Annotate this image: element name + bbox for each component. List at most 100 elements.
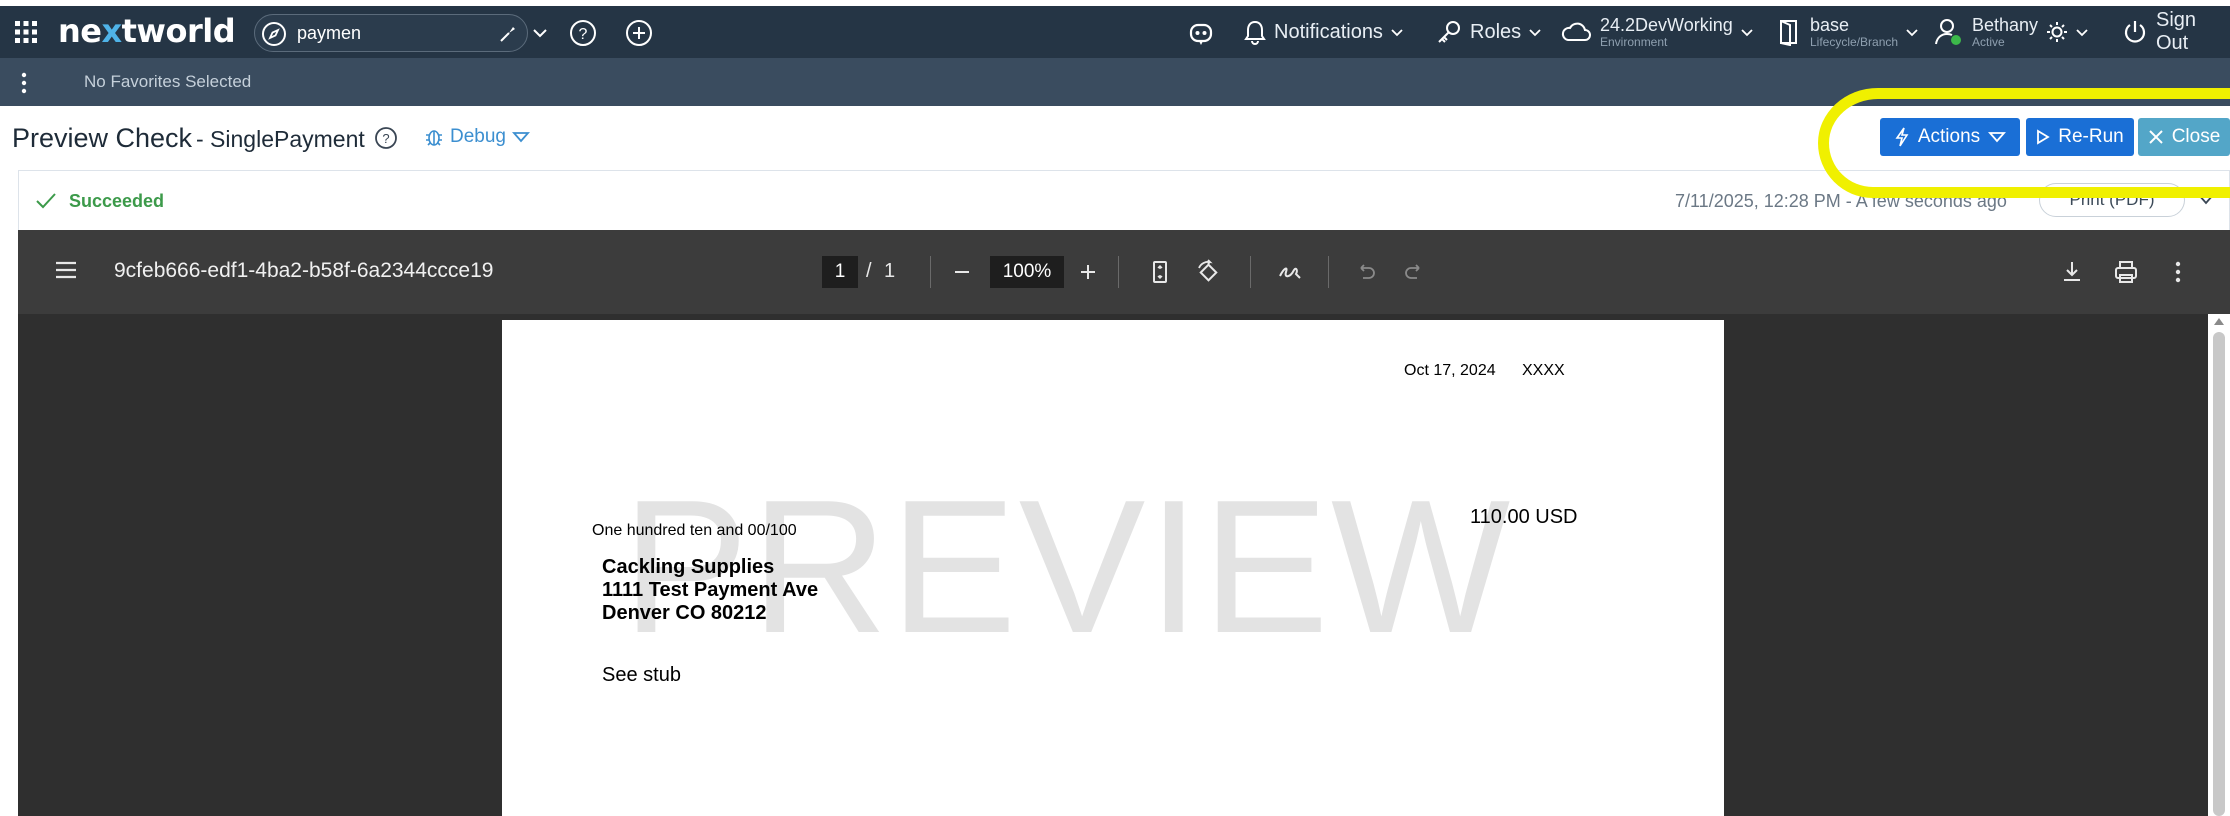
chevron-down-icon[interactable] <box>532 26 548 40</box>
rerun-button[interactable]: Re-Run <box>2026 118 2134 156</box>
environment-menu[interactable]: 24.2DevWorking Environment <box>1560 6 1753 58</box>
chevron-down-icon <box>2076 29 2088 37</box>
print-icon[interactable] <box>2112 258 2140 286</box>
actions-label: Actions <box>1917 126 1981 147</box>
user-avatar-icon <box>1935 19 1961 45</box>
download-icon[interactable] <box>2058 258 2086 286</box>
actions-button[interactable]: Actions <box>1880 118 2020 156</box>
sun-theme-icon <box>2047 22 2068 42</box>
nextworld-logo[interactable]: nextworld <box>58 12 236 50</box>
key-icon <box>1438 21 1460 43</box>
triangle-down-icon <box>1988 132 2007 143</box>
lifecycle-name: base <box>1810 15 1850 35</box>
more-vertical-icon[interactable] <box>2164 258 2192 286</box>
scrollbar-thumb[interactable] <box>2213 332 2225 816</box>
redo-icon[interactable] <box>1400 258 1428 286</box>
payee-address: Cackling Supplies 1111 Test Payment Ave … <box>602 556 818 625</box>
check-date: Oct 17, 2024 <box>1404 362 1496 379</box>
fit-page-icon[interactable] <box>1146 258 1174 286</box>
chevron-down-icon <box>1529 29 1541 37</box>
pdf-viewport[interactable]: PREVIEW Oct 17, 2024 XXXX 110.00 USD One… <box>18 314 2230 816</box>
status-badge: Succeeded <box>69 191 165 211</box>
clear-brush-icon[interactable] <box>497 23 519 45</box>
toolbar-divider <box>930 256 931 288</box>
close-button[interactable]: Close <box>2138 118 2230 156</box>
more-vertical-icon[interactable] <box>20 72 28 94</box>
scroll-up-arrow-icon[interactable] <box>2213 316 2225 326</box>
cloud-icon <box>1561 22 1591 41</box>
print-pdf-label: Print (PDF) <box>2069 190 2155 209</box>
power-icon <box>2124 21 2146 43</box>
toolbar-divider <box>1328 256 1329 288</box>
draw-icon[interactable] <box>1276 258 1304 286</box>
payee-name: Cackling Supplies <box>602 556 775 578</box>
lifecycle-caption: Lifecycle/Branch <box>1810 35 1899 49</box>
favorites-label: No Favorites Selected <box>84 72 252 91</box>
user-name: Bethany <box>1972 15 2039 35</box>
lifecycle-menu[interactable]: base Lifecycle/Branch <box>1778 6 1918 58</box>
pdf-viewer: 9cfeb666-edf1-4ba2-b58f-6a2344ccce19 1 /… <box>18 230 2230 816</box>
page-subtitle: - SinglePayment <box>196 126 365 152</box>
close-label: Close <box>2171 126 2221 147</box>
svg-text:?: ? <box>579 26 588 43</box>
chevron-down-icon <box>1741 29 1753 37</box>
compass-icon <box>262 22 286 46</box>
pdf-filename: 9cfeb666-edf1-4ba2-b58f-6a2344ccce19 <box>114 259 494 282</box>
undo-icon[interactable] <box>1352 258 1380 286</box>
search-box[interactable]: paymen <box>254 14 528 52</box>
zoom-out-icon[interactable] <box>948 258 976 286</box>
svg-text:?: ? <box>382 131 389 146</box>
bell-icon <box>1244 20 1266 45</box>
sign-out-button[interactable]: Sign Out <box>2122 6 2230 58</box>
payee-city: Denver CO 80212 <box>602 602 767 624</box>
play-icon <box>2037 129 2050 145</box>
help-icon[interactable]: ? <box>374 126 398 150</box>
toolbar-divider <box>1250 256 1251 288</box>
app-grid-icon[interactable] <box>14 20 38 44</box>
debug-label: Debug <box>450 126 506 147</box>
page-header: Preview Check - SinglePayment ? Debug Ac… <box>0 106 2230 170</box>
checkmark-icon <box>36 193 56 209</box>
zoom-level-input[interactable]: 100% <box>990 256 1064 288</box>
lightning-icon <box>1895 127 1909 147</box>
check-amount: 110.00 USD <box>1470 506 1578 528</box>
payee-street: 1111 Test Payment Ave <box>602 579 819 601</box>
zoom-in-icon[interactable] <box>1074 258 1102 286</box>
page-separator: / <box>866 260 872 282</box>
debug-dropdown[interactable]: Debug <box>424 126 530 148</box>
roles-menu[interactable]: Roles <box>1436 6 1541 58</box>
page-title: Preview Check <box>12 123 193 153</box>
triangle-down-icon <box>512 132 530 143</box>
memo-text: See stub <box>602 664 681 686</box>
environment-name: 24.2DevWorking <box>1600 15 1733 35</box>
pdf-page: PREVIEW Oct 17, 2024 XXXX 110.00 USD One… <box>502 320 1724 816</box>
pdf-toolbar: 9cfeb666-edf1-4ba2-b58f-6a2344ccce19 1 /… <box>18 230 2230 314</box>
rotate-icon[interactable] <box>1194 258 1222 286</box>
bug-icon <box>426 130 442 146</box>
environment-caption: Environment <box>1600 35 1668 49</box>
add-icon[interactable] <box>624 18 654 48</box>
user-menu[interactable]: Bethany Active <box>1934 6 2088 58</box>
close-icon <box>2148 130 2163 144</box>
toolbar-divider <box>1118 256 1119 288</box>
triangle-down-icon[interactable] <box>2197 193 2215 205</box>
status-bar: Succeeded 7/11/2025, 12:28 PM - A few se… <box>18 170 2230 230</box>
print-pdf-button[interactable]: Print (PDF) <box>2039 183 2185 217</box>
amount-in-words: One hundred ten and 00/100 <box>592 522 797 539</box>
assistant-bot-icon[interactable] <box>1186 18 1216 48</box>
top-navigation-bar: nextworld paymen ? Notifications Roles 2… <box>0 6 2230 58</box>
chevron-down-icon <box>1391 29 1403 37</box>
check-number: XXXX <box>1522 362 1565 379</box>
sign-out-label: Sign Out <box>2156 9 2197 54</box>
roles-label: Roles <box>1470 20 1522 43</box>
notifications-label: Notifications <box>1274 20 1383 43</box>
help-icon[interactable]: ? <box>568 18 598 48</box>
page-number-input[interactable]: 1 <box>822 256 858 288</box>
menu-icon[interactable] <box>54 260 78 280</box>
vertical-scrollbar[interactable] <box>2208 314 2230 816</box>
door-icon <box>1780 20 1797 46</box>
notifications-menu[interactable]: Notifications <box>1244 6 1403 58</box>
run-timestamp: 7/11/2025, 12:28 PM - A few seconds ago <box>1675 191 2007 211</box>
search-input[interactable]: paymen <box>297 23 361 44</box>
page-total: 1 <box>884 260 896 282</box>
